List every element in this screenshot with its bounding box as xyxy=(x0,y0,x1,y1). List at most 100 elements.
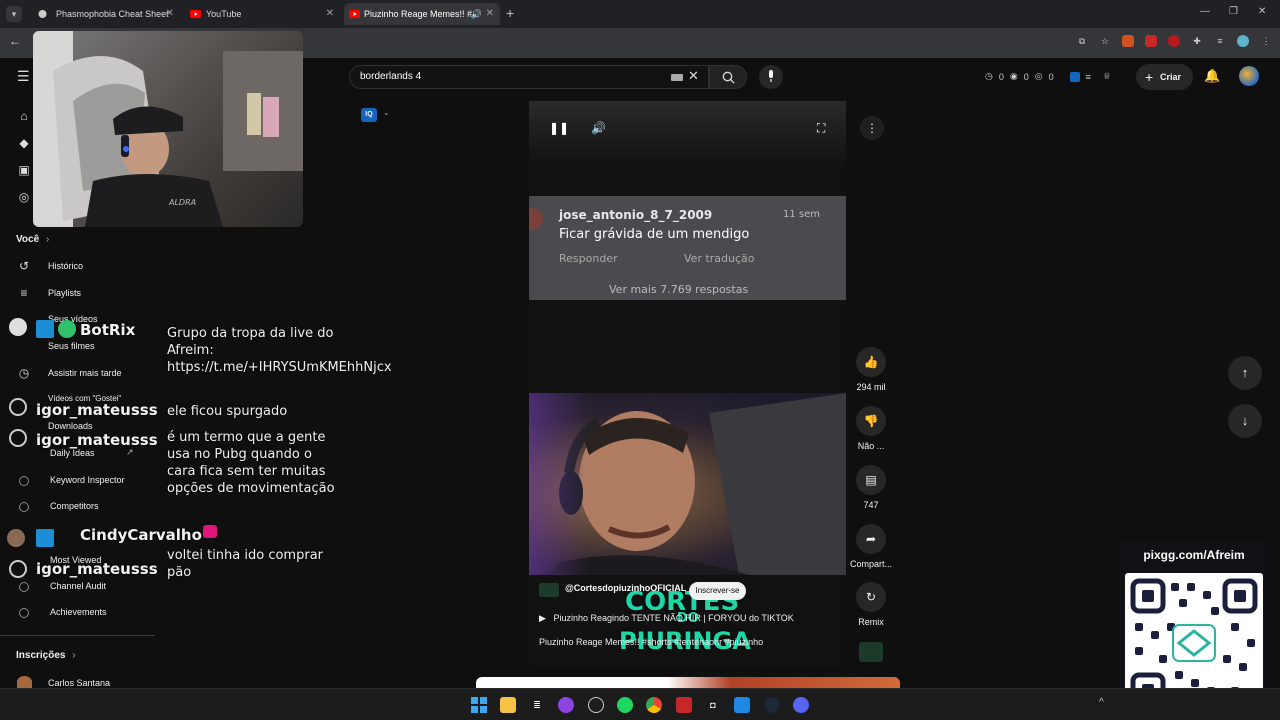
you-section-header[interactable]: Você › xyxy=(16,234,49,245)
subscriptions-icon[interactable]: ▣ xyxy=(17,163,31,177)
minimize-icon[interactable]: — xyxy=(1200,6,1210,17)
comment-translate-label: Ver tradução xyxy=(684,252,755,265)
subscribe-button[interactable]: Inscrever-se xyxy=(689,582,746,600)
chat-message: é um termo que a gente usa no Pubg quand… xyxy=(167,430,335,496)
file-explorer-icon[interactable] xyxy=(500,697,516,713)
volume-icon[interactable]: 🔊 xyxy=(591,121,606,135)
dislike-button[interactable]: 👎 xyxy=(856,406,886,436)
terminal-icon[interactable]: ≣ xyxy=(529,697,545,713)
chat-username: igor_mateusss xyxy=(36,431,158,449)
blue-app-icon[interactable] xyxy=(734,697,750,713)
remix-button[interactable]: ↻ xyxy=(856,582,886,612)
tab-phasmophobia[interactable]: Phasmophobia Cheat Sheet ✕ xyxy=(28,3,180,25)
extension-record-icon[interactable] xyxy=(1168,35,1180,47)
tab-title: YouTube xyxy=(206,9,242,19)
home-icon[interactable]: ⌂ xyxy=(17,109,31,123)
media-app-icon[interactable] xyxy=(558,697,574,713)
share-label: Compart... xyxy=(849,559,892,569)
extension-red-icon[interactable] xyxy=(1145,35,1157,47)
trophy-icon[interactable]: ♕ xyxy=(1103,71,1111,82)
reading-list-icon[interactable]: ≡ xyxy=(1214,35,1226,47)
restore-icon[interactable]: ❐ xyxy=(1229,6,1238,17)
speaker-icon[interactable]: 🔊 xyxy=(471,3,482,25)
dislike-label: Não ... xyxy=(857,441,885,451)
chrome-icon[interactable] xyxy=(646,697,662,713)
chevron-up-icon[interactable]: ^ xyxy=(1099,697,1104,708)
subscriptions-section-header[interactable]: Inscrições › xyxy=(16,650,76,661)
user-icon xyxy=(9,429,27,447)
list-icon[interactable]: ≡ xyxy=(1086,72,1091,82)
comment-screenshot: jose_antonio_8_7_2009 11 sem Ficar grávi… xyxy=(529,196,846,300)
user-avatar xyxy=(7,529,25,547)
search-button[interactable] xyxy=(709,65,747,89)
vidiq-icon[interactable] xyxy=(1069,71,1080,82)
keyboard-icon[interactable] xyxy=(671,74,683,81)
extensions-puzzle-icon[interactable]: ✚ xyxy=(1191,35,1203,47)
shorts-player[interactable]: ❚❚ 🔊 ⛶ jose_antonio_8_7_2009 11 sem Fica… xyxy=(529,101,846,667)
extension-fox-icon[interactable] xyxy=(1122,35,1134,47)
close-window-icon[interactable]: ✕ xyxy=(1258,6,1266,17)
you-label: Você xyxy=(16,234,40,245)
steam-icon[interactable] xyxy=(764,697,780,713)
new-tab-button[interactable]: + xyxy=(506,5,514,21)
channel-avatar xyxy=(17,676,32,688)
channel-avatar[interactable] xyxy=(539,583,559,597)
channel-name[interactable]: @CortesdopiuzinhoOFICIAL xyxy=(565,583,686,593)
chevron-right-icon: › xyxy=(72,650,76,661)
tab-title: Piuzinho Reage Memes!! #... xyxy=(364,9,480,19)
clear-search-icon[interactable]: ✕ xyxy=(688,68,699,84)
tab-piuzinho-short[interactable]: Piuzinho Reage Memes!! #... 🔊 ✕ xyxy=(344,3,500,25)
account-avatar[interactable] xyxy=(1239,66,1259,86)
comment-more-replies: Ver mais 7.769 respostas xyxy=(609,283,749,296)
close-icon[interactable]: ✕ xyxy=(486,3,494,25)
microphone-icon xyxy=(769,70,773,82)
search-input[interactable]: borderlands 4 xyxy=(360,71,421,82)
tab-youtube[interactable]: YouTube ✕ xyxy=(186,3,340,25)
sidebar-channel-item[interactable]: Carlos Santana xyxy=(48,678,110,688)
stat-counter: 0 xyxy=(1023,71,1029,82)
sidebar-item-achievements[interactable]: Achievements xyxy=(50,607,107,617)
voice-search-button[interactable] xyxy=(759,65,783,89)
short-description[interactable]: Piuzinho Reage Memes!! #shorts #tentenao… xyxy=(539,637,763,647)
pause-icon[interactable]: ❚❚ xyxy=(549,121,569,135)
windows-start-icon[interactable] xyxy=(471,697,487,713)
close-icon[interactable]: ✕ xyxy=(166,3,174,25)
chevron-down-icon[interactable]: ⌄ xyxy=(383,108,390,117)
comments-button[interactable]: ▤ xyxy=(856,465,886,495)
next-short-button[interactable]: ↓ xyxy=(1228,404,1262,438)
ghost-icon xyxy=(38,10,47,18)
bookmark-star-icon[interactable]: ☆ xyxy=(1099,35,1111,47)
notifications-bell-icon[interactable]: 🔔 xyxy=(1204,68,1220,84)
cast-icon[interactable]: ⧉ xyxy=(1076,35,1088,47)
search-box[interactable]: borderlands 4 ✕ xyxy=(349,65,709,89)
comment-time: 11 sem xyxy=(783,209,821,220)
bot-badge-icon xyxy=(36,529,54,547)
browser-menu-icon[interactable]: ⋮ xyxy=(1260,35,1272,47)
like-button[interactable]: 👍 xyxy=(856,347,886,377)
you-icon[interactable]: ◎ xyxy=(17,190,31,204)
shorts-icon[interactable]: ◆ xyxy=(17,136,31,150)
red-app-icon[interactable] xyxy=(676,697,692,713)
remix-label: Remix xyxy=(858,617,884,627)
menu-icon[interactable]: ☰ xyxy=(17,68,30,85)
camera-app-icon[interactable]: ◘ xyxy=(705,697,721,713)
create-button[interactable]: + Criar xyxy=(1136,64,1193,90)
sidebar-item-history[interactable]: Histórico xyxy=(48,261,83,271)
fullscreen-icon[interactable]: ⛶ xyxy=(817,121,825,136)
tab-title: Phasmophobia Cheat Sheet xyxy=(56,9,169,19)
profile-avatar-icon[interactable] xyxy=(1237,35,1249,47)
share-button[interactable]: ➦ xyxy=(856,524,886,554)
close-icon[interactable]: ✕ xyxy=(326,3,334,25)
sound-thumbnail[interactable] xyxy=(859,642,883,662)
discord-icon[interactable] xyxy=(793,697,809,713)
obs-icon[interactable] xyxy=(588,697,604,713)
back-arrow-icon[interactable]: ← xyxy=(9,34,21,48)
previous-short-button[interactable]: ↑ xyxy=(1228,356,1262,390)
tab-search-button[interactable]: ▾ xyxy=(6,6,22,22)
chat-username: igor_mateusss xyxy=(36,401,158,419)
spotify-icon[interactable] xyxy=(617,697,633,713)
more-options-icon[interactable]: ⋮ xyxy=(860,116,884,140)
vidiq-badge[interactable]: IQ xyxy=(361,108,377,122)
sound-row[interactable]: ▶ Piuzinho Reagindo TENTE NÃO RIR | FORY… xyxy=(539,613,794,624)
sidebar-item-playlists[interactable]: Playlists xyxy=(48,288,81,298)
